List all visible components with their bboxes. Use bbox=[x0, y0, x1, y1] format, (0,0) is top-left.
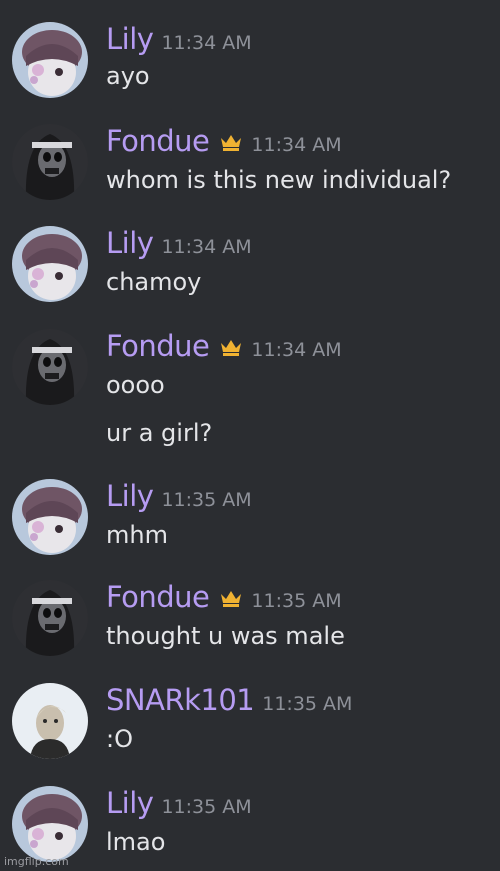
avatar-fondue[interactable] bbox=[12, 329, 88, 405]
timestamp: 11:34 AM bbox=[251, 134, 342, 156]
message-text: chamoy bbox=[106, 268, 202, 296]
username[interactable]: SNARk101 bbox=[106, 683, 255, 717]
avatar-snark101[interactable] bbox=[12, 683, 88, 759]
timestamp: 11:34 AM bbox=[161, 236, 252, 258]
timestamp: 11:35 AM bbox=[161, 796, 252, 818]
crown-icon bbox=[219, 132, 243, 152]
message-text: mhm bbox=[106, 521, 168, 549]
message-text: thought u was male bbox=[106, 622, 345, 650]
username[interactable]: Fondue bbox=[106, 580, 210, 614]
crown-icon bbox=[219, 337, 243, 357]
username[interactable]: Fondue bbox=[106, 124, 210, 158]
timestamp: 11:35 AM bbox=[262, 693, 353, 715]
message-text: :O bbox=[106, 725, 133, 753]
username[interactable]: Lily bbox=[106, 22, 154, 56]
message-text: whom is this new individual? bbox=[106, 166, 452, 194]
timestamp: 11:35 AM bbox=[251, 590, 342, 612]
avatar-fondue[interactable] bbox=[12, 124, 88, 200]
timestamp: 11:34 AM bbox=[161, 32, 252, 54]
message-text: oooo bbox=[106, 371, 165, 399]
watermark: imgflip.com bbox=[4, 855, 69, 868]
avatar-lily[interactable] bbox=[12, 226, 88, 302]
timestamp: 11:35 AM bbox=[161, 489, 252, 511]
username[interactable]: Lily bbox=[106, 226, 154, 260]
message-text: lmao bbox=[106, 828, 166, 856]
avatar-lily[interactable] bbox=[12, 479, 88, 555]
username[interactable]: Lily bbox=[106, 786, 154, 820]
avatar-fondue[interactable] bbox=[12, 580, 88, 656]
avatar-lily[interactable] bbox=[12, 22, 88, 98]
timestamp: 11:34 AM bbox=[251, 339, 342, 361]
message-text: ur a girl? bbox=[106, 419, 213, 447]
username[interactable]: Fondue bbox=[106, 329, 210, 363]
username[interactable]: Lily bbox=[106, 479, 154, 513]
message-text: ayo bbox=[106, 62, 150, 90]
avatar-lily[interactable] bbox=[12, 786, 88, 862]
crown-icon bbox=[219, 588, 243, 608]
